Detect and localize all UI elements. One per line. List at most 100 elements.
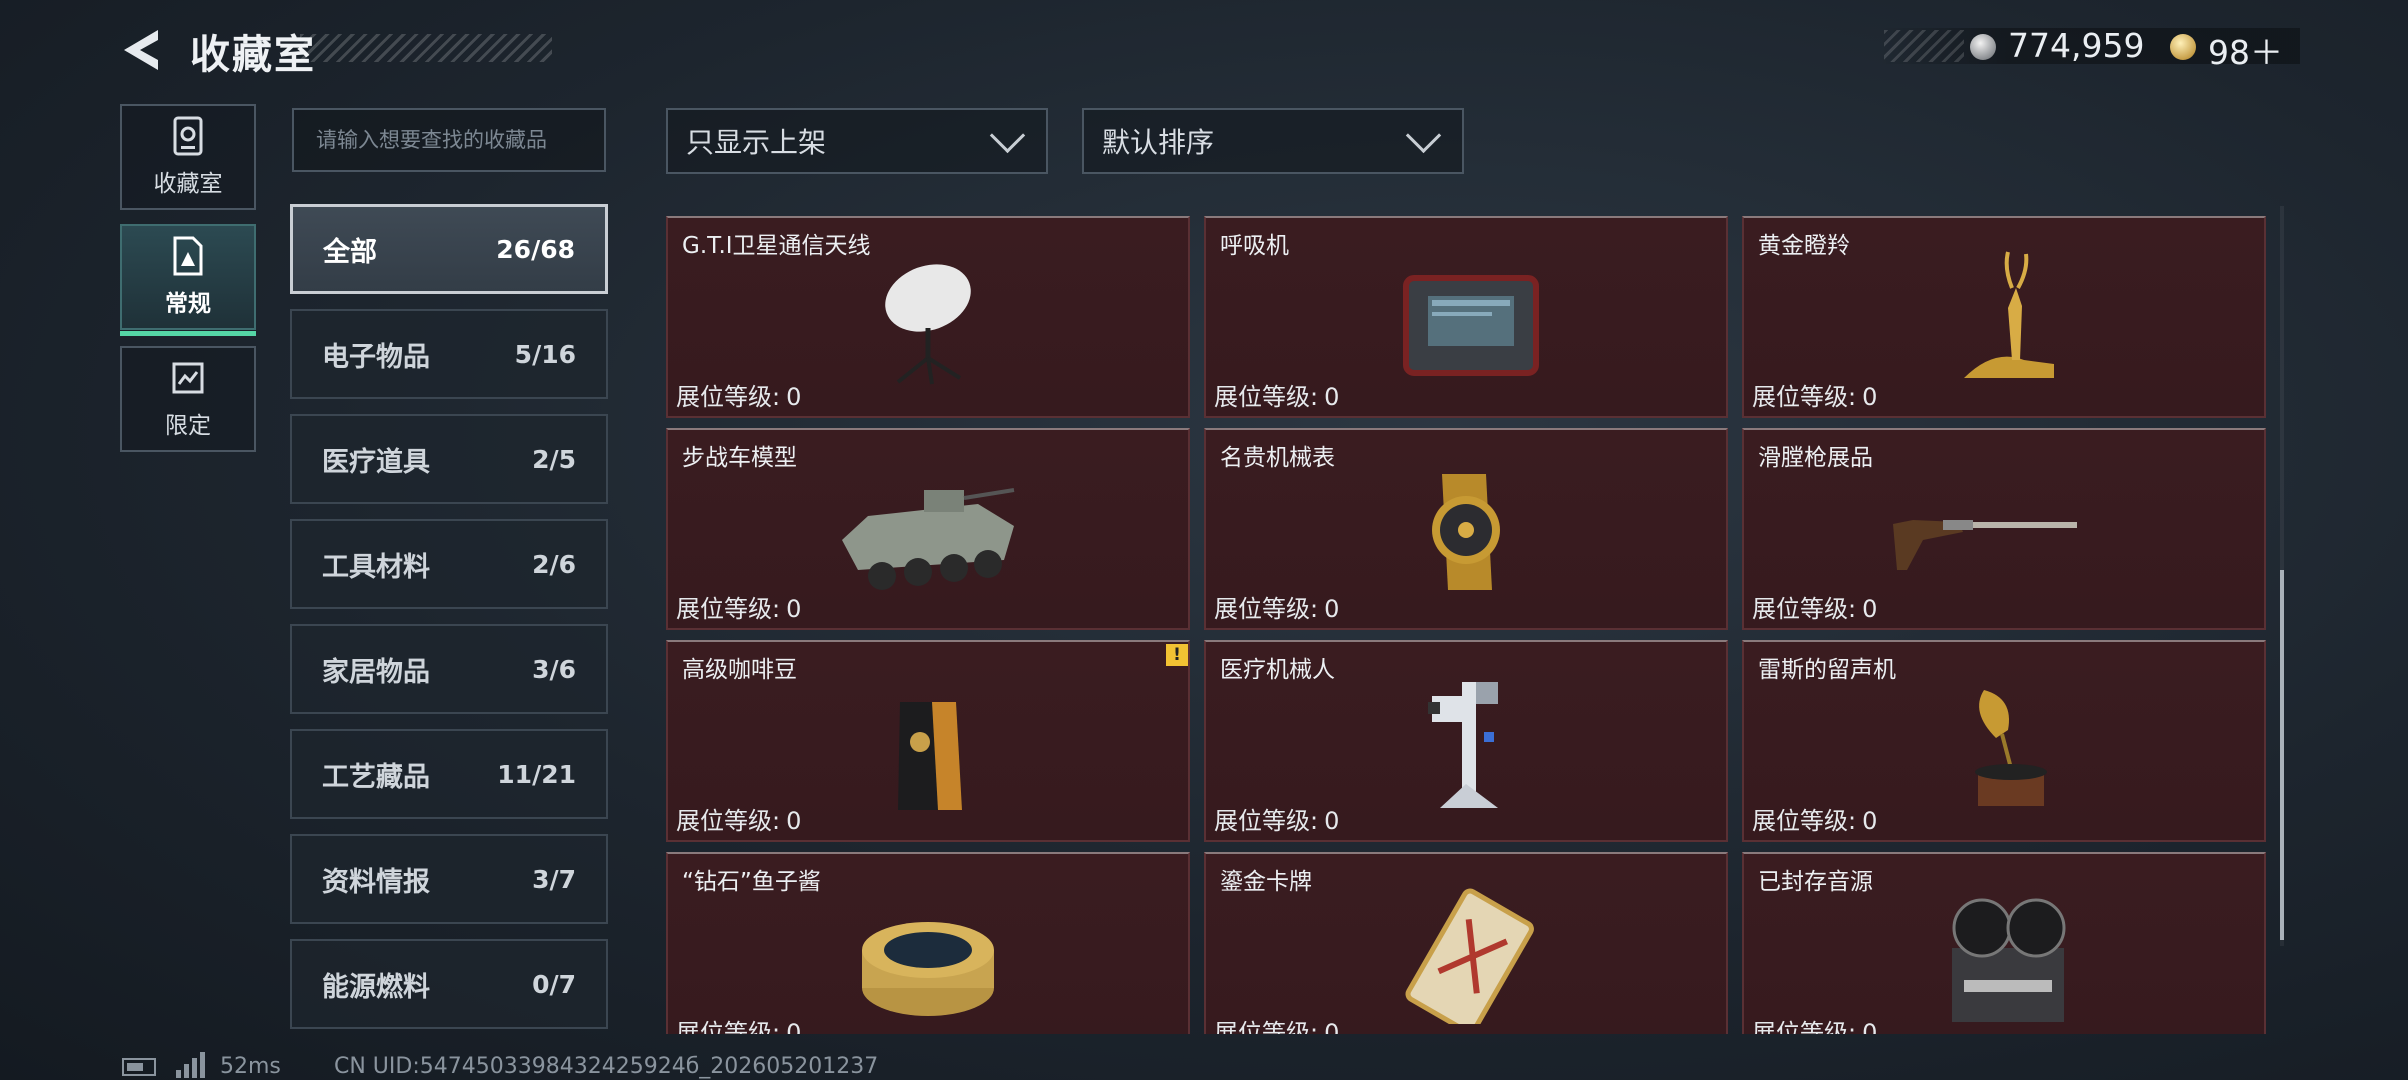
collection-card[interactable]: 名贵机械表 展位等级: 0 [1204, 428, 1728, 630]
category-electronics[interactable]: 电子物品 5/16 [290, 309, 608, 399]
item-name: 医疗机械人 [1220, 657, 1335, 683]
category-label: 家居物品 [322, 656, 430, 688]
ventilator-icon [1403, 275, 1539, 376]
booth-level-value: 0 [1862, 1019, 1878, 1034]
item-name: 呼吸机 [1220, 233, 1289, 259]
collection-card[interactable]: “钻石”鱼子酱 展位等级: 0 [666, 852, 1190, 1034]
booth-level-value: 0 [786, 1019, 802, 1034]
silver-coin-icon [1970, 34, 1996, 60]
satellite-dish-icon [885, 264, 971, 385]
collection-card[interactable]: 高级咖啡豆 ! 展位等级: 0 [666, 640, 1190, 842]
collection-card[interactable]: G.T.I卫星通信天线 展位等级: 0 [666, 216, 1190, 418]
golden-gazelle-icon [1964, 251, 2054, 378]
booth-level-label: 展位等级: [676, 1019, 781, 1034]
category-intel[interactable]: 资料情报 3/7 [290, 834, 608, 924]
chevron-down-icon [1405, 117, 1442, 153]
collection-card[interactable]: 滑膛枪展品 展位等级: 0 [1742, 428, 2266, 630]
limited-icon [172, 362, 204, 394]
booth-level: 展位等级: 0 [676, 377, 801, 412]
rail-tab-label: 收藏室 [153, 171, 223, 197]
collection-card[interactable]: 黄金瞪羚 展位等级: 0 [1742, 216, 2266, 418]
category-label: 资料情报 [322, 866, 430, 898]
booth-level: 展位等级: 0 [1752, 1013, 1877, 1034]
medical-robot-icon [1428, 682, 1498, 808]
category-label: 能源燃料 [322, 971, 430, 1003]
regular-icon [173, 236, 203, 276]
collection-grid[interactable]: G.T.I卫星通信天线 展位等级: 0 呼吸机 展位等级: 0 黄金瞪羚 展位等级:… [664, 212, 2270, 1034]
booth-level: 展位等级: 0 [676, 589, 801, 624]
rail-tab-limited[interactable]: 限定 [120, 346, 256, 452]
booth-level-value: 0 [786, 383, 802, 411]
collection-card[interactable]: 步战车模型 展位等级: 0 [666, 428, 1190, 630]
collection-card[interactable]: 雷斯的留声机 展位等级: 0 [1742, 640, 2266, 842]
collection-card[interactable]: 医疗机械人 展位等级: 0 [1204, 640, 1728, 842]
booth-level-value: 0 [1324, 383, 1340, 411]
ping-value: 52ms [220, 1054, 281, 1079]
gilded-card-icon [1405, 888, 1534, 1024]
collection-card[interactable]: 鎏金卡牌 展位等级: 0 [1204, 852, 1728, 1034]
booth-level: 展位等级: 0 [1214, 1013, 1339, 1034]
category-medical[interactable]: 医疗道具 2/5 [290, 414, 608, 504]
category-label: 医疗道具 [322, 446, 430, 478]
rail-tab-regular[interactable]: 常规 [120, 224, 256, 336]
caviar-tin-icon [862, 922, 994, 1016]
collection-icon [173, 116, 203, 156]
silver-balance: 774,959 [2008, 26, 2145, 65]
category-fuel[interactable]: 能源燃料 0/7 [290, 939, 608, 1029]
gold-balance[interactable]: 98＋ [2208, 26, 2283, 74]
booth-level-label: 展位等级: [1214, 1019, 1319, 1034]
booth-level: 展位等级: 0 [676, 801, 801, 836]
collection-card[interactable]: 已封存音源 展位等级: 0 [1742, 852, 2266, 1034]
category-household[interactable]: 家居物品 3/6 [290, 624, 608, 714]
shelf-filter-dropdown[interactable]: 只显示上架 [666, 108, 1048, 174]
booth-level-label: 展位等级: [1752, 1019, 1857, 1034]
booth-level-label: 展位等级: [676, 383, 781, 411]
booth-level: 展位等级: 0 [1752, 589, 1877, 624]
collection-card[interactable]: 呼吸机 展位等级: 0 [1204, 216, 1728, 418]
rail-tab-collection[interactable]: 收藏室 [120, 104, 256, 210]
chevron-down-icon [989, 117, 1026, 153]
currency-decoration [1884, 30, 1964, 62]
item-name: 名贵机械表 [1220, 445, 1335, 471]
back-arrow-icon[interactable] [118, 28, 164, 72]
item-name: 鎏金卡牌 [1220, 869, 1312, 895]
booth-level-label: 展位等级: [1214, 383, 1319, 411]
category-count: 0/7 [532, 969, 576, 999]
item-name: 步战车模型 [682, 445, 797, 471]
category-tools[interactable]: 工具材料 2/6 [290, 519, 608, 609]
booth-level-label: 展位等级: [676, 807, 781, 835]
category-count: 26/68 [496, 234, 575, 264]
booth-level-value: 0 [1862, 807, 1878, 835]
item-name: “钻石”鱼子酱 [682, 869, 821, 895]
booth-level: 展位等级: 0 [676, 1013, 801, 1034]
category-crafts[interactable]: 工艺藏品 11/21 [290, 729, 608, 819]
category-label: 工具材料 [322, 551, 430, 583]
item-name: 雷斯的留声机 [1758, 657, 1896, 683]
ifv-model-icon [842, 488, 1015, 590]
signal-icon [176, 1052, 205, 1078]
booth-level-label: 展位等级: [1752, 595, 1857, 623]
page-title: 收藏室 [190, 32, 316, 78]
warning-badge: ! [1166, 644, 1188, 666]
battery-icon [122, 1058, 156, 1076]
rail-tab-label: 限定 [165, 413, 211, 439]
item-name: 已封存音源 [1758, 869, 1873, 895]
booth-level-label: 展位等级: [1214, 807, 1319, 835]
musket-icon [1893, 520, 2078, 570]
booth-level-label: 展位等级: [676, 595, 781, 623]
sort-value: 默认排序 [1102, 126, 1215, 159]
item-name: 高级咖啡豆 [682, 657, 797, 683]
booth-level-label: 展位等级: [1214, 595, 1319, 623]
booth-level: 展位等级: 0 [1752, 801, 1877, 836]
category-count: 3/6 [532, 654, 576, 684]
rail-tab-label: 常规 [165, 291, 211, 317]
search-input[interactable] [292, 108, 606, 172]
category-all[interactable]: 全部 26/68 [290, 204, 608, 294]
reel-recorder-icon [1952, 898, 2066, 1022]
booth-level-label: 展位等级: [1752, 383, 1857, 411]
coffee-bag-icon [898, 702, 962, 810]
category-label: 全部 [323, 236, 377, 268]
sort-dropdown[interactable]: 默认排序 [1082, 108, 1464, 174]
scrollbar-thumb[interactable] [2280, 570, 2284, 940]
booth-level: 展位等级: 0 [1214, 589, 1339, 624]
